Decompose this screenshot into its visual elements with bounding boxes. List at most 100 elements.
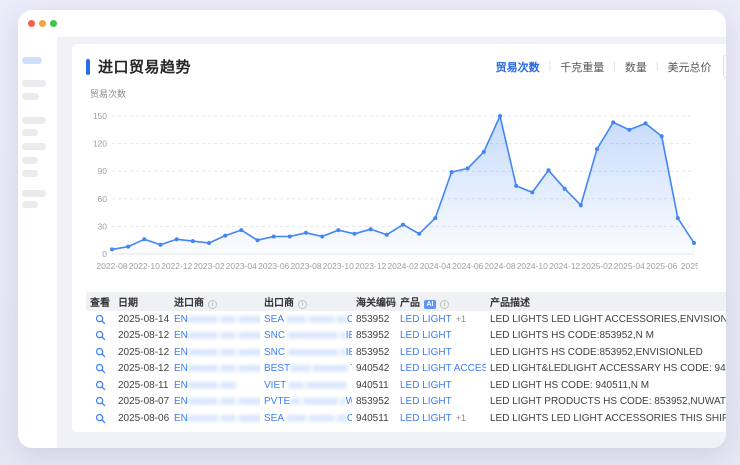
importer-cell: ENxxxxxx xxx xxxxxxNG L... <box>170 363 260 374</box>
svg-text:120: 120 <box>93 139 107 149</box>
exporter-link[interactable]: VIET xxx xxxxxxxx <box>264 380 347 391</box>
minimize-button[interactable] <box>39 20 46 27</box>
magnifier-icon[interactable] <box>95 347 106 358</box>
magnifier-icon[interactable] <box>95 396 106 407</box>
column-header-importer: 进口商i <box>170 294 260 310</box>
view-cell <box>86 396 114 407</box>
view-cell <box>86 413 114 424</box>
exporter-link[interactable]: BESTxxxx xxxxxxx THA... <box>264 363 352 374</box>
magnifier-icon[interactable] <box>95 363 106 374</box>
redacted-text: xxxxxxxxxx x <box>288 347 346 358</box>
tab-2[interactable]: 千克重量 <box>560 59 604 75</box>
product-link[interactable]: LED LIGHT <box>400 347 452 358</box>
view-cell <box>86 347 114 358</box>
product-link[interactable]: LED LIGHT <box>400 314 452 325</box>
metric-tabs: 贸易次数|千克重量|数量|美元总价 <box>496 59 712 75</box>
date-cell: 2025-08-06 <box>114 413 170 424</box>
date-cell: 2025-08-07 <box>114 396 170 407</box>
exporter-cell: BESTxxxx xxxxxxx THA... <box>260 363 352 374</box>
export-excel-button[interactable]: X 导出Excel <box>724 56 726 77</box>
product-link[interactable]: LED LIGHT <box>400 413 452 424</box>
svg-text:2022-10: 2022-10 <box>129 261 160 271</box>
column-header-product: 产品AIi <box>396 294 486 310</box>
svg-text:2023-08: 2023-08 <box>290 261 321 271</box>
sidebar-item-9[interactable] <box>22 190 46 197</box>
description-cell: LED LIGHTS HS CODE:853952,N M <box>486 330 726 341</box>
product-cell: LED LIGHT +1 <box>396 314 486 325</box>
svg-text:2025-02: 2025-02 <box>581 261 612 271</box>
product-link[interactable]: LED LIGHT <box>400 396 452 407</box>
sidebar-item-5[interactable] <box>22 129 38 136</box>
sidebar-item-1[interactable] <box>22 57 42 64</box>
importer-link[interactable]: ENxxxxxx xxx xxxxxxNG L... <box>174 396 260 407</box>
chart-y-axis-title: 贸易次数 <box>90 87 726 100</box>
table-row-2: 2025-08-12ENxxxxxx xxx xxxxxxNG L...SNC … <box>86 328 726 345</box>
info-icon[interactable]: i <box>440 300 449 309</box>
sidebar-item-7[interactable] <box>22 157 38 164</box>
product-link[interactable]: LED LIGHT <box>400 330 452 341</box>
magnifier-icon[interactable] <box>95 314 106 325</box>
column-header-exporter: 出口商i <box>260 294 352 310</box>
importer-link[interactable]: ENxxxxxx xxx xxxxxxNG L... <box>174 314 260 325</box>
magnifier-icon[interactable] <box>95 380 106 391</box>
svg-text:2023-04: 2023-04 <box>226 261 257 271</box>
importer-link[interactable]: ENxxxxxx xxx xxxxxxNG L... <box>174 413 260 424</box>
importer-cell: ENxxxxxx xxx xxxxxxNG L... <box>170 413 260 424</box>
zoom-button[interactable] <box>50 20 57 27</box>
exporter-link[interactable]: PVTExx xxxxxxx xW VI... <box>264 396 352 407</box>
product-link[interactable]: LED LIGHT ACCESSORY <box>400 363 486 374</box>
description-cell: LED LIGHTS HS CODE:853952,ENVISIONLED <box>486 347 726 358</box>
info-icon[interactable]: i <box>208 300 217 309</box>
exporter-link[interactable]: SNC xxxxxxxxxx xIET... <box>264 330 352 341</box>
view-cell <box>86 330 114 341</box>
content-area: 进口贸易趋势 贸易次数|千克重量|数量|美元总价 X 导出Excel <box>57 37 726 448</box>
hs-code-cell: 940511 <box>352 380 396 391</box>
hs-code-cell: 853952 <box>352 314 396 325</box>
exporter-cell: SEA xxxx xxxxx xxCH ... <box>260 413 352 424</box>
sidebar-item-10[interactable] <box>22 201 38 208</box>
title-accent-bar <box>86 59 90 75</box>
magnifier-icon[interactable] <box>95 330 106 341</box>
date-cell: 2025-08-12 <box>114 363 170 374</box>
info-icon[interactable]: i <box>298 300 307 309</box>
trade-trend-chart: 03060901201502022-082022-102022-122023-0… <box>86 102 726 287</box>
table-row-6: 2025-08-07 ENxxxxxx xxx xxxxxxNG L... PVTE… <box>86 394 726 411</box>
importer-link[interactable]: ENxxxxxx xxx <box>174 380 236 391</box>
svg-text:2024-08: 2024-08 <box>484 261 515 271</box>
tab-separator: | <box>656 61 659 72</box>
importer-link[interactable]: ENxxxxxx xxx xxxxxxNG L... <box>174 347 260 358</box>
importer-link[interactable]: ENxxxxxx xxx xxxxxxNG L... <box>174 330 260 341</box>
product-link[interactable]: LED LIGHT <box>400 380 452 391</box>
redacted-text: xxxx xxxxx xx <box>286 413 347 424</box>
tab-1[interactable]: 贸易次数 <box>496 59 540 75</box>
exporter-link[interactable]: SEA xxxx xxxxx xxCH ... <box>264 413 352 424</box>
sidebar-item-4[interactable] <box>22 117 46 124</box>
importer-cell: ENxxxxxx xxx xxxxxxNG L... <box>170 347 260 358</box>
tab-3[interactable]: 数量 <box>625 59 647 75</box>
sidebar-item-2[interactable] <box>22 80 46 87</box>
table-header-row: 查看日期进口商i出口商i海关编码产品AIi产品描述原产国 <box>86 292 726 311</box>
desktop-background: 进口贸易趋势 贸易次数|千克重量|数量|美元总价 X 导出Excel <box>0 0 740 465</box>
redacted-text: xxxxxx xxx <box>188 380 236 391</box>
close-button[interactable] <box>28 20 35 27</box>
tab-4[interactable]: 美元总价 <box>667 59 711 75</box>
description-cell: LED LIGHT&LEDLIGHT ACCESSARY HS CODE: 94… <box>486 363 726 374</box>
svg-text:2023-02: 2023-02 <box>193 261 224 271</box>
table-body: 2025-08-14ENxxxxxx xxx xxxxxxNG L...SEA … <box>86 311 726 427</box>
svg-text:2024-02: 2024-02 <box>387 261 418 271</box>
redacted-text: xxxxxx xxx xxxxxx <box>188 413 260 424</box>
redacted-text: xxxxxx xxx xxxxxx <box>188 363 260 374</box>
redacted-text: xxx xxxxxxxx <box>289 380 347 391</box>
importer-link[interactable]: ENxxxxxx xxx xxxxxxNG L... <box>174 363 260 374</box>
column-header-date: 日期 <box>114 294 170 309</box>
sidebar-item-6[interactable] <box>22 143 46 150</box>
exporter-link[interactable]: SEA xxxx xxxxx xxCH ... <box>264 314 352 325</box>
product-extra-count: +1 <box>456 314 466 324</box>
svg-text:150: 150 <box>93 111 107 121</box>
sidebar-item-8[interactable] <box>22 170 38 177</box>
svg-text:2025-0: 2025-0 <box>681 261 698 271</box>
exporter-link[interactable]: SNC xxxxxxxxxx xIET... <box>264 347 352 358</box>
magnifier-icon[interactable] <box>95 413 106 424</box>
export-excel-split-button: X 导出Excel <box>723 55 726 78</box>
sidebar-item-3[interactable] <box>22 93 39 100</box>
